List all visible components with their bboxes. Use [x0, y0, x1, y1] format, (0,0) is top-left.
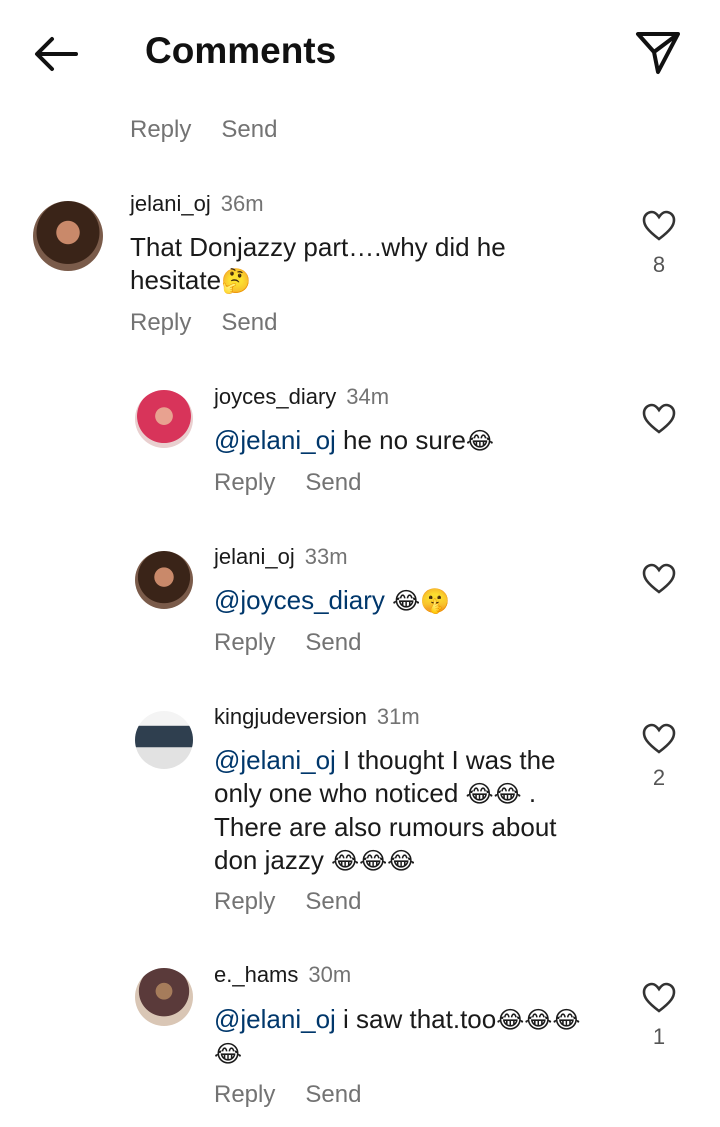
heart-icon[interactable]	[642, 563, 676, 595]
timestamp: 30m	[308, 962, 352, 987]
avatar[interactable]	[33, 201, 103, 271]
username[interactable]: joyces_diary	[214, 384, 336, 409]
reply-button[interactable]: Reply	[214, 888, 275, 916]
heart-icon[interactable]	[642, 210, 676, 242]
send-button[interactable]: Send	[221, 309, 277, 337]
comment-actions: Reply Send	[130, 309, 307, 337]
avatar[interactable]	[135, 711, 193, 769]
comment-actions: Reply Send	[214, 888, 391, 916]
page-title: Comments	[145, 30, 337, 71]
reply-button[interactable]: Reply	[130, 116, 191, 144]
comment-actions: Reply Send	[214, 1081, 391, 1109]
send-direct-icon[interactable]	[632, 28, 684, 76]
comment-text: @joyces_diary 😂🤫	[214, 584, 604, 618]
send-button[interactable]: Send	[305, 629, 361, 657]
send-button[interactable]: Send	[221, 116, 277, 144]
emoji: 😂🤫	[392, 587, 451, 615]
heart-icon[interactable]	[642, 403, 676, 435]
reply-button[interactable]: Reply	[214, 469, 275, 497]
reply-button[interactable]: Reply	[214, 629, 275, 657]
send-button[interactable]: Send	[305, 469, 361, 497]
avatar[interactable]	[135, 551, 193, 609]
reply-button[interactable]: Reply	[130, 309, 191, 337]
emoji: 🤔	[221, 267, 251, 295]
avatar[interactable]	[135, 390, 193, 448]
comment-actions: Reply Send	[214, 469, 391, 497]
timestamp: 31m	[376, 704, 420, 729]
comment-actions: Reply Send	[214, 629, 391, 657]
emoji: 😂	[465, 427, 494, 455]
username[interactable]: e._hams	[214, 962, 298, 987]
timestamp: 33m	[304, 544, 348, 569]
reply-button[interactable]: Reply	[214, 1081, 275, 1109]
comment-text: @jelani_oj i saw that.too😂😂😂😂	[214, 1004, 581, 1068]
emoji: 😂😂	[465, 780, 522, 808]
mention-link[interactable]: @jelani_oj	[214, 745, 336, 775]
heart-icon[interactable]	[642, 982, 676, 1014]
avatar[interactable]	[135, 968, 193, 1026]
comment-text: @jelani_oj he no sure😂	[214, 425, 494, 455]
username[interactable]: jelani_oj	[130, 191, 211, 216]
like-count: 1	[652, 1024, 666, 1049]
comment-actions: Reply Send	[130, 116, 307, 144]
send-button[interactable]: Send	[305, 1081, 361, 1109]
timestamp: 34m	[346, 384, 390, 409]
mention-link[interactable]: @jelani_oj	[214, 425, 336, 455]
like-count: 8	[652, 252, 666, 277]
timestamp: 36m	[220, 191, 264, 216]
back-arrow-icon[interactable]	[30, 32, 82, 76]
username[interactable]: jelani_oj	[214, 544, 295, 569]
mention-link[interactable]: @joyces_diary	[214, 585, 385, 615]
mention-link[interactable]: @jelani_oj	[214, 1004, 336, 1034]
send-button[interactable]: Send	[305, 888, 361, 916]
like-count: 2	[652, 765, 666, 790]
comment-text: @jelani_oj I thought I was the only one …	[214, 745, 557, 875]
header-bar: Comments	[0, 0, 720, 105]
username[interactable]: kingjudeversion	[214, 704, 367, 729]
comment-text: That Donjazzy part….why did he hesitate🤔	[130, 232, 506, 295]
emoji: 😂😂😂	[331, 847, 416, 875]
heart-icon[interactable]	[642, 723, 676, 755]
